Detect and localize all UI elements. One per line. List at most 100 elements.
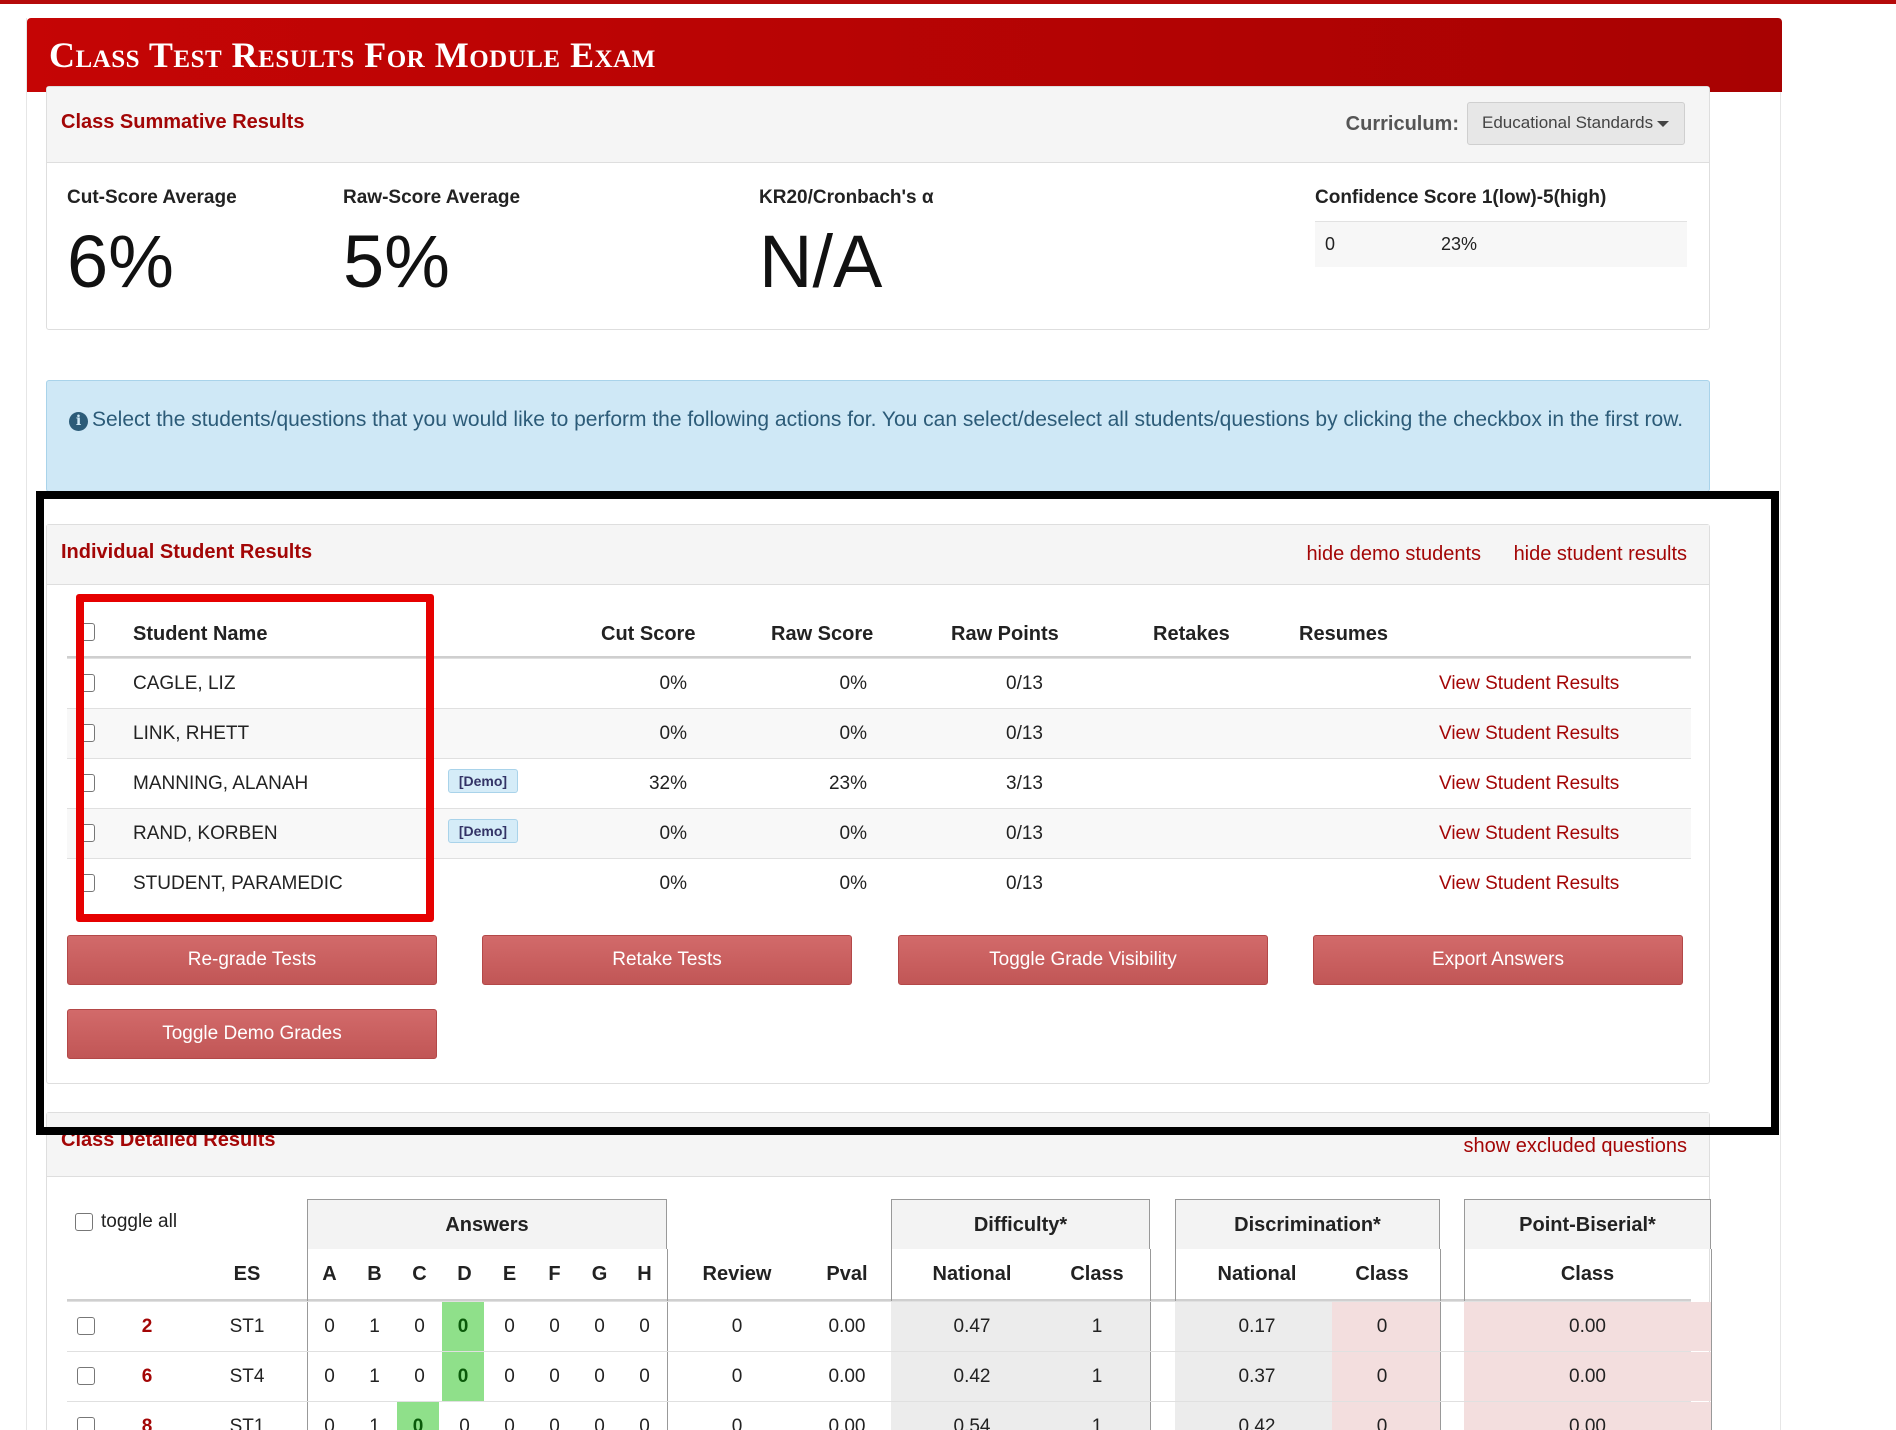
toggle-all-checkbox[interactable] — [75, 1213, 93, 1231]
col-review: Review — [702, 1263, 772, 1285]
discrimination-class: 0 — [1376, 1316, 1388, 1337]
point-biserial-class: 0.00 — [1569, 1416, 1606, 1430]
difficulty-class: 1 — [1091, 1316, 1103, 1337]
info-text: Select the students/questions that you w… — [92, 408, 1684, 431]
question-number-link[interactable]: 8 — [127, 1416, 167, 1430]
curriculum-value: Educational Standards — [1482, 113, 1654, 132]
group-discrimination: Discrimination* — [1175, 1199, 1440, 1249]
cut-score-average-label: Cut-Score Average — [67, 187, 237, 208]
answer-count: 0 — [504, 1316, 515, 1337]
col-difficulty-national: National — [932, 1263, 1012, 1285]
annotation-red-frame — [76, 594, 434, 922]
answer-count: 1 — [369, 1316, 380, 1337]
col-discrimination-class: Class — [1355, 1263, 1409, 1285]
answer-count: 0 — [459, 1416, 470, 1430]
point-biserial-class: 0.00 — [1569, 1366, 1606, 1387]
col-answer-e: E — [502, 1263, 517, 1285]
difficulty-class: 1 — [1091, 1366, 1103, 1387]
raw-score-average-value: 5% — [343, 220, 450, 303]
show-excluded-questions-link[interactable]: show excluded questions — [1464, 1135, 1687, 1158]
difficulty-national: 0.47 — [953, 1316, 991, 1337]
raw-score-average-label: Raw-Score Average — [343, 187, 521, 208]
discrimination-class: 0 — [1376, 1416, 1388, 1430]
confidence-percent: 23% — [1441, 234, 1478, 254]
difficulty-national: 0.42 — [953, 1366, 991, 1387]
answer-count: 0 — [504, 1416, 515, 1430]
discrimination-class: 0 — [1376, 1366, 1388, 1387]
col-answer-a: A — [322, 1263, 337, 1285]
kr20-value: N/A — [759, 220, 883, 303]
answer-count: 0 — [324, 1316, 335, 1337]
curriculum-label: Curriculum: — [1345, 113, 1459, 135]
curriculum-dropdown[interactable]: Educational Standards — [1467, 102, 1685, 145]
question-review: 0 — [731, 1316, 743, 1337]
answer-count: 0 — [414, 1366, 425, 1387]
question-review: 0 — [731, 1416, 743, 1430]
confidence-score: 0 — [1325, 234, 1336, 254]
col-answer-c: C — [412, 1263, 427, 1285]
answer-count-correct: 0 — [457, 1366, 469, 1387]
page-title: Class Test Results For Module Exam — [49, 35, 656, 75]
info-circle-icon: i — [69, 412, 88, 431]
question-pval: 0.00 — [828, 1416, 866, 1430]
col-pval: Pval — [826, 1263, 868, 1285]
answer-count: 0 — [594, 1316, 605, 1337]
answer-count: 1 — [369, 1416, 380, 1430]
info-alert: i Select the students/questions that you … — [46, 380, 1710, 492]
question-row: 2 ST1 0 1 0 0 0 0 0 0 0 0.00 0.47 1 0.17… — [67, 1301, 1711, 1351]
title-bar: Class Test Results For Module Exam — [27, 18, 1782, 92]
answer-count: 0 — [549, 1416, 560, 1430]
discrimination-national: 0.37 — [1238, 1366, 1276, 1387]
difficulty-national: 0.54 — [953, 1416, 991, 1430]
question-checkbox[interactable] — [77, 1367, 95, 1385]
kr20-label: KR20/Cronbach's α — [759, 187, 934, 208]
answer-count: 0 — [549, 1366, 560, 1387]
col-answer-f: F — [548, 1263, 561, 1285]
col-discrimination-national: National — [1217, 1263, 1297, 1285]
answer-count-correct: 0 — [457, 1316, 469, 1337]
col-answer-b: B — [367, 1263, 382, 1285]
answer-count: 1 — [369, 1366, 380, 1387]
col-answer-d: D — [457, 1263, 472, 1285]
answer-count: 0 — [639, 1366, 650, 1387]
question-row: 6 ST4 0 1 0 0 0 0 0 0 0 0.00 0.42 1 0.37… — [67, 1351, 1711, 1401]
question-es: ST1 — [229, 1316, 265, 1337]
summary-panel: Class Summative Results Curriculum: Educ… — [46, 86, 1710, 330]
question-checkbox[interactable] — [77, 1417, 95, 1430]
answer-count: 0 — [504, 1366, 515, 1387]
summary-panel-title: Class Summative Results — [61, 111, 305, 133]
col-es: ES — [233, 1263, 261, 1285]
question-pval: 0.00 — [828, 1366, 866, 1387]
confidence-score-row: 0 23% — [1315, 221, 1687, 267]
cut-score-average-value: 6% — [67, 220, 174, 303]
toggle-all-label: toggle all — [101, 1211, 178, 1232]
answer-count: 0 — [414, 1316, 425, 1337]
group-answers: Answers — [307, 1199, 667, 1249]
summary-panel-header: Class Summative Results Curriculum: Educ… — [47, 87, 1709, 163]
question-review: 0 — [731, 1366, 743, 1387]
answer-count: 0 — [639, 1316, 650, 1337]
answer-count: 0 — [594, 1416, 605, 1430]
discrimination-national: 0.42 — [1238, 1416, 1276, 1430]
answer-count: 0 — [549, 1316, 560, 1337]
question-number-link[interactable]: 6 — [127, 1366, 167, 1388]
question-es: ST4 — [229, 1366, 265, 1387]
question-checkbox[interactable] — [77, 1317, 95, 1335]
question-row: 8 ST1 0 1 0 0 0 0 0 0 0 0.00 0.54 1 0.42… — [67, 1401, 1711, 1430]
difficulty-class: 1 — [1091, 1416, 1103, 1430]
caret-down-icon — [1657, 120, 1670, 127]
divider — [1711, 1249, 1712, 1430]
group-difficulty: Difficulty* — [891, 1199, 1150, 1249]
question-number-link[interactable]: 2 — [127, 1316, 167, 1338]
question-es: ST1 — [229, 1416, 265, 1430]
col-point-biserial-class: Class — [1560, 1263, 1615, 1285]
question-pval: 0.00 — [828, 1316, 866, 1337]
group-point-biserial: Point-Biserial* — [1464, 1199, 1711, 1249]
col-answer-g: G — [591, 1263, 608, 1285]
detailed-results-panel: Class Detailed Results show excluded que… — [46, 1112, 1712, 1430]
discrimination-national: 0.17 — [1238, 1316, 1276, 1337]
answer-count-correct: 0 — [412, 1416, 424, 1430]
confidence-score-label: Confidence Score 1(low)-5(high) — [1315, 187, 1607, 208]
top-accent-line — [0, 0, 1896, 4]
answer-count: 0 — [594, 1366, 605, 1387]
